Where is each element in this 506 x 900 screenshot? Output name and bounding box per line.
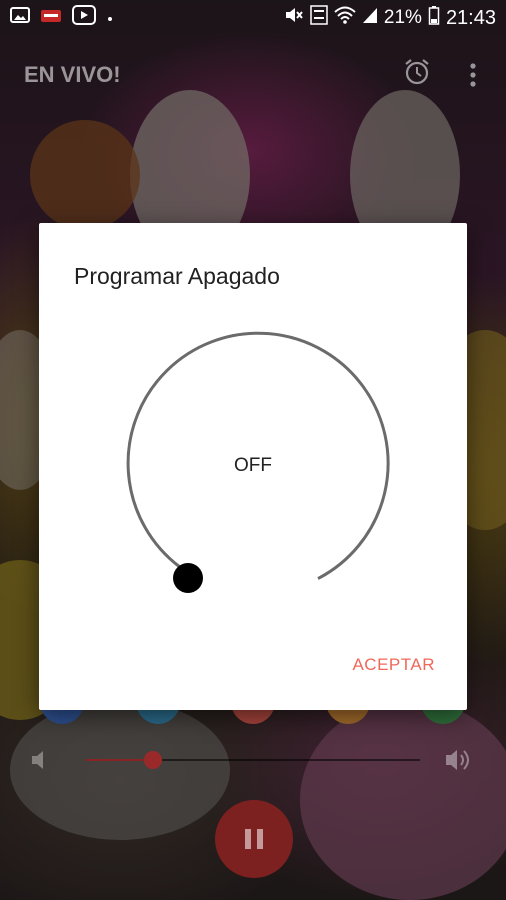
volume-high-icon[interactable] xyxy=(444,746,476,779)
app-bar: EN VIVO! xyxy=(0,50,506,100)
accept-button[interactable]: ACEPTAR xyxy=(352,655,435,675)
battery-icon xyxy=(428,5,440,31)
timer-value: OFF xyxy=(234,455,272,476)
volte-icon xyxy=(310,5,328,31)
dialog-title: Programar Apagado xyxy=(74,263,280,289)
app-title: EN VIVO! xyxy=(24,62,121,87)
wifi-icon xyxy=(334,6,356,30)
pause-button[interactable] xyxy=(215,800,293,878)
sleep-timer-dialog: Programar Apagado OFF ACEPTAR xyxy=(39,223,467,710)
volume-track[interactable] xyxy=(86,759,420,761)
volume-fill xyxy=(86,759,153,761)
signal-icon xyxy=(362,6,378,30)
youtube-icon xyxy=(72,5,96,31)
notification-icon xyxy=(40,7,62,29)
dot-icon xyxy=(106,7,114,29)
more-vert-icon[interactable] xyxy=(468,62,478,93)
volume-slider-thumb[interactable] xyxy=(143,751,162,769)
alarm-clock-icon[interactable] xyxy=(403,58,431,91)
timer-dial[interactable]: OFF xyxy=(113,326,393,606)
pause-icon xyxy=(242,829,266,849)
mute-icon xyxy=(284,5,304,31)
status-bar: 21% 21:43 xyxy=(0,0,506,36)
gallery-icon xyxy=(10,6,30,30)
battery-percent: 21% xyxy=(383,7,422,28)
volume-low-icon[interactable] xyxy=(30,748,52,777)
player-controls xyxy=(0,700,506,900)
clock-time: 21:43 xyxy=(445,6,496,29)
